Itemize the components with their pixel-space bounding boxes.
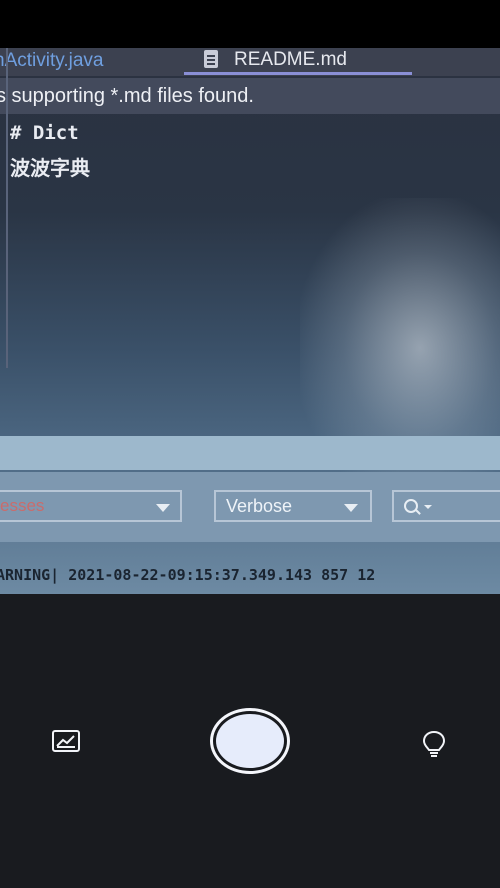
top-status-area xyxy=(0,0,500,48)
camera-viewfinder: nActivity.java README.md s supporting *.… xyxy=(0,48,500,594)
panel-divider xyxy=(0,436,500,470)
log-search-field xyxy=(392,490,500,522)
editor-line-heading: # Dict xyxy=(10,122,79,144)
process-dropdown-value: esses xyxy=(0,496,45,515)
editor-gutter xyxy=(6,48,8,368)
ide-tab-row: nActivity.java README.md xyxy=(0,48,500,76)
lightbulb-icon[interactable] xyxy=(422,730,446,760)
chevron-down-icon xyxy=(344,504,358,512)
chevron-down-icon xyxy=(424,505,432,509)
chevron-down-icon xyxy=(156,504,170,512)
tab-readme: README.md xyxy=(184,48,412,75)
shutter-button[interactable] xyxy=(210,708,290,774)
log-level-dropdown: Verbose xyxy=(214,490,372,522)
document-icon xyxy=(204,50,218,68)
gallery-icon[interactable] xyxy=(52,730,80,752)
log-output-line: ARNING| 2021-08-22-09:15:37.349.143 857 … xyxy=(0,566,376,584)
shutter-core xyxy=(216,714,284,768)
log-level-value: Verbose xyxy=(226,496,293,516)
search-icon xyxy=(404,499,418,513)
plugin-notice-text: s supporting *.md files found. xyxy=(0,85,254,107)
editor-line-text: 波波字典 xyxy=(10,156,90,180)
tab-readme-label: README.md xyxy=(234,49,347,70)
tab-main-activity: nActivity.java xyxy=(0,50,104,71)
plugin-notice-bar: s supporting *.md files found. xyxy=(0,78,500,114)
process-dropdown: esses xyxy=(0,490,182,522)
